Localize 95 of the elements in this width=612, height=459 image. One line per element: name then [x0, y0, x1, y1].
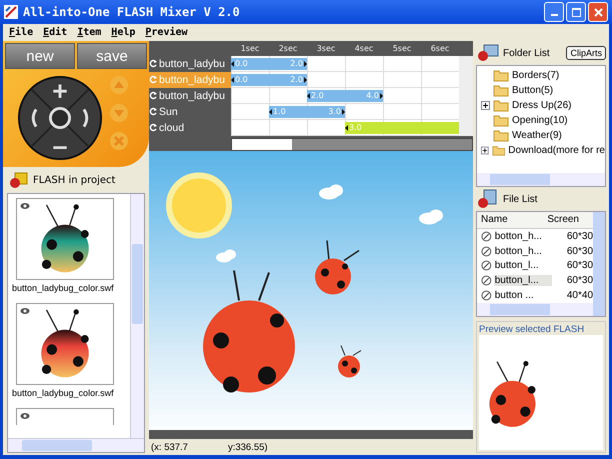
table-cell-text: 60*30: [566, 246, 594, 257]
track-label[interactable]: button_ladybu: [149, 88, 231, 104]
file-name[interactable]: button_l...: [494, 260, 552, 272]
file-name[interactable]: button ...: [494, 290, 552, 302]
y-coordinate: y:336.55): [228, 442, 268, 452]
eye-icon: [20, 412, 30, 420]
file-name[interactable]: button_l...: [494, 275, 552, 286]
cloud-drawing: [419, 210, 443, 224]
folder-icon: [492, 144, 506, 157]
file-icon: [481, 275, 492, 286]
flash-thumbnail[interactable]: [16, 303, 114, 385]
folder-icon: [493, 99, 509, 112]
minimize-icon: [550, 14, 558, 16]
track-label[interactable]: cloud: [149, 120, 231, 136]
eye-icon: [20, 307, 30, 315]
package-icon: [9, 171, 29, 189]
table-cell-text: 60*30: [566, 230, 594, 242]
folder-icon: [493, 129, 509, 142]
time-tick: 6sec: [430, 44, 450, 53]
file-icon: [481, 290, 492, 302]
right-handle-icon[interactable]: [380, 92, 383, 99]
flash-thumbnail[interactable]: [16, 198, 114, 280]
section-title: File List: [503, 194, 538, 204]
table-cell-text: 60*30: [566, 260, 594, 272]
right-handle-icon[interactable]: [304, 76, 307, 83]
vertical-scrollbar[interactable]: [130, 194, 144, 438]
menu-item[interactable]: Preview: [145, 27, 188, 38]
cloud-drawing: [319, 184, 343, 200]
minimize-button[interactable]: [544, 2, 564, 22]
menu-item[interactable]: Help: [111, 27, 136, 38]
track-label[interactable]: Sun: [149, 104, 231, 120]
close-button[interactable]: [588, 2, 608, 22]
menu-item[interactable]: File: [9, 27, 34, 38]
table-cell-text: 40*40: [566, 290, 594, 302]
ladybug-drawing: [315, 240, 360, 294]
folder-item[interactable]: Weather(9): [512, 130, 562, 141]
maximize-button[interactable]: [566, 2, 586, 22]
file-icon: [481, 230, 492, 242]
cliparts-button[interactable]: ClipArts: [566, 46, 606, 60]
vertical-scrollbar[interactable]: [593, 212, 605, 316]
folder-item[interactable]: Dress Up(26): [512, 100, 572, 111]
file-icon: [481, 246, 492, 257]
menu-item[interactable]: Item: [77, 27, 102, 38]
preview-title: Preview selected FLASH: [479, 324, 586, 335]
time-tick: 2sec: [278, 44, 298, 53]
x-coordinate: (x: 537.7: [151, 442, 188, 452]
maximize-icon: [572, 8, 580, 16]
column-header[interactable]: Name: [481, 214, 539, 226]
folder-icon: [493, 114, 509, 127]
file-caption: button_ladybug_color.swf: [12, 283, 114, 293]
cloud-drawing: [216, 250, 236, 262]
toolbar-button[interactable]: new: [5, 43, 75, 69]
folder-icon: [493, 69, 509, 82]
app-icon: [4, 5, 18, 19]
track-label[interactable]: button_ladybu: [149, 56, 231, 72]
horizontal-scrollbar[interactable]: [231, 138, 473, 151]
expand-icon[interactable]: [481, 101, 490, 110]
section-title: Folder List: [503, 48, 550, 58]
direction-pad-icon[interactable]: [17, 75, 103, 161]
sun-drawing: [166, 172, 232, 238]
menu-item[interactable]: Edit: [43, 27, 68, 38]
file-caption: button_ladybug_color.swf: [12, 388, 114, 398]
toolbar-button[interactable]: save: [77, 43, 147, 69]
eye-icon: [20, 202, 30, 210]
section-title: FLASH in project: [33, 174, 116, 186]
left-handle-icon[interactable]: [345, 124, 348, 131]
close-icon: [594, 8, 602, 16]
left-handle-icon[interactable]: [307, 92, 310, 99]
horizontal-scrollbar[interactable]: [477, 303, 593, 316]
file-name[interactable]: botton_h...: [494, 230, 552, 242]
stage-canvas[interactable]: [149, 151, 473, 439]
flash-thumbnail[interactable]: [16, 408, 114, 425]
folder-item[interactable]: Borders(7): [512, 70, 560, 81]
expand-icon[interactable]: [481, 146, 489, 155]
folder-item[interactable]: Opening(10): [512, 115, 568, 126]
time-tick: 3sec: [316, 44, 336, 53]
ladybug-drawing: [338, 345, 362, 378]
vertical-scrollbar[interactable]: [459, 56, 473, 136]
folder-icon: [493, 84, 509, 97]
left-handle-icon[interactable]: [231, 60, 234, 67]
right-handle-icon[interactable]: [342, 108, 345, 115]
time-tick: 1sec: [240, 44, 260, 53]
table-cell-text: 60*30: [566, 275, 594, 286]
time-tick: 4sec: [354, 44, 374, 53]
column-header[interactable]: Screen: [539, 214, 579, 226]
time-tick: 5sec: [392, 44, 412, 53]
folder-item[interactable]: Button(5): [512, 85, 554, 96]
horizontal-scrollbar[interactable]: [477, 173, 605, 186]
window-title: All-into-One FLASH Mixer V 2.0: [23, 5, 240, 19]
file-name[interactable]: botton_h...: [494, 246, 552, 257]
folder-list-icon: [476, 43, 500, 63]
right-handle-icon[interactable]: [304, 60, 307, 67]
left-handle-icon[interactable]: [269, 108, 272, 115]
file-icon: [481, 260, 492, 272]
folder-item[interactable]: Download(more for re: [508, 145, 605, 156]
